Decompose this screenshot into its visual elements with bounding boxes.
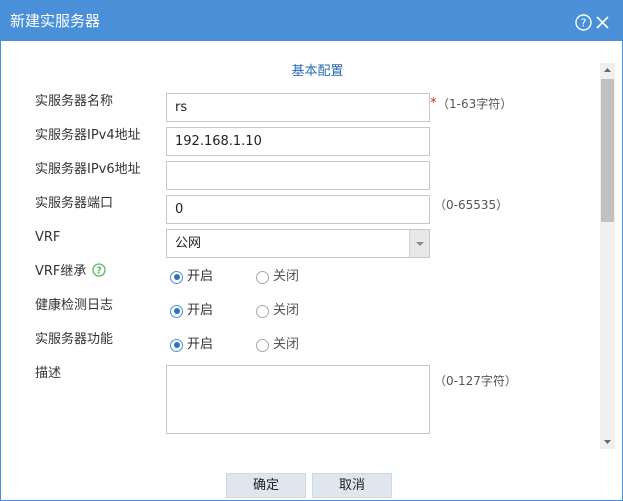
name-label: 实服务器名称	[35, 94, 114, 109]
ipv6-label: 实服务器IPv6地址	[35, 162, 141, 177]
close-icon[interactable]	[595, 15, 610, 30]
scroll-down-arrow-icon[interactable]	[600, 434, 615, 449]
scrollbar-thumb[interactable]	[601, 79, 614, 222]
ipv4-label: 实服务器IPv4地址	[35, 128, 141, 143]
ipv4-input[interactable]: 192.168.1.10	[166, 127, 430, 156]
vrf-select[interactable]: 公网	[166, 229, 430, 258]
radio-circle	[256, 338, 269, 352]
chevron-down-icon	[416, 242, 424, 246]
vrf-selected-value: 公网	[175, 236, 202, 251]
cancel-button[interactable]: 取消	[312, 473, 392, 498]
health-log-on-radio[interactable]: 开启	[170, 303, 213, 319]
radio-label: 关闭	[273, 337, 300, 352]
ipv6-input[interactable]	[166, 161, 430, 190]
radio-circle	[256, 304, 269, 318]
dropdown-arrow[interactable]	[409, 230, 429, 257]
name-input[interactable]: rs	[166, 93, 430, 122]
health-log-off-radio[interactable]: 关闭	[256, 303, 299, 319]
dialog-title: 新建实服务器	[10, 12, 101, 30]
dialog-titlebar: 新建实服务器 ?	[1, 1, 622, 41]
svg-text:?: ?	[96, 266, 102, 277]
vrf-label: VRF	[35, 230, 61, 245]
radio-circle-selected	[170, 270, 183, 284]
new-real-server-dialog: 新建实服务器 ? 基本配置 实服务器名称 rs * （1-63字符） 实服务器I…	[0, 0, 623, 501]
name-hint: （1-63字符）	[437, 97, 513, 111]
description-textarea[interactable]	[166, 365, 430, 434]
description-hint: （0-127字符）	[434, 374, 517, 388]
required-mark: *	[430, 96, 437, 111]
port-label: 实服务器端口	[35, 196, 114, 211]
port-input[interactable]: 0	[166, 195, 430, 224]
port-hint: （0-65535）	[434, 198, 509, 212]
vrf-inherit-label: VRF继承	[35, 264, 87, 279]
radio-label: 关闭	[273, 269, 300, 284]
radio-label: 开启	[187, 337, 214, 352]
radio-circle-selected	[170, 338, 183, 352]
section-title-basic-config: 基本配置	[291, 64, 344, 79]
vrf-inherit-off-radio[interactable]: 关闭	[256, 269, 299, 285]
description-label: 描述	[35, 366, 62, 381]
server-function-off-radio[interactable]: 关闭	[256, 337, 299, 353]
radio-label: 关闭	[273, 303, 300, 318]
radio-circle	[256, 270, 269, 284]
question-circle-icon[interactable]: ?	[575, 14, 592, 31]
vertical-scrollbar[interactable]	[600, 63, 615, 449]
radio-label: 开启	[187, 303, 214, 318]
server-function-label: 实服务器功能	[35, 332, 114, 347]
ok-button[interactable]: 确定	[226, 473, 306, 498]
radio-label: 开启	[187, 269, 214, 284]
scroll-up-arrow-icon[interactable]	[600, 63, 615, 78]
help-question-icon[interactable]: ?	[92, 263, 106, 277]
vrf-inherit-on-radio[interactable]: 开启	[170, 269, 213, 285]
svg-text:?: ?	[581, 17, 587, 30]
server-function-on-radio[interactable]: 开启	[170, 337, 213, 353]
health-log-label: 健康检测日志	[35, 298, 114, 313]
radio-circle-selected	[170, 304, 183, 318]
